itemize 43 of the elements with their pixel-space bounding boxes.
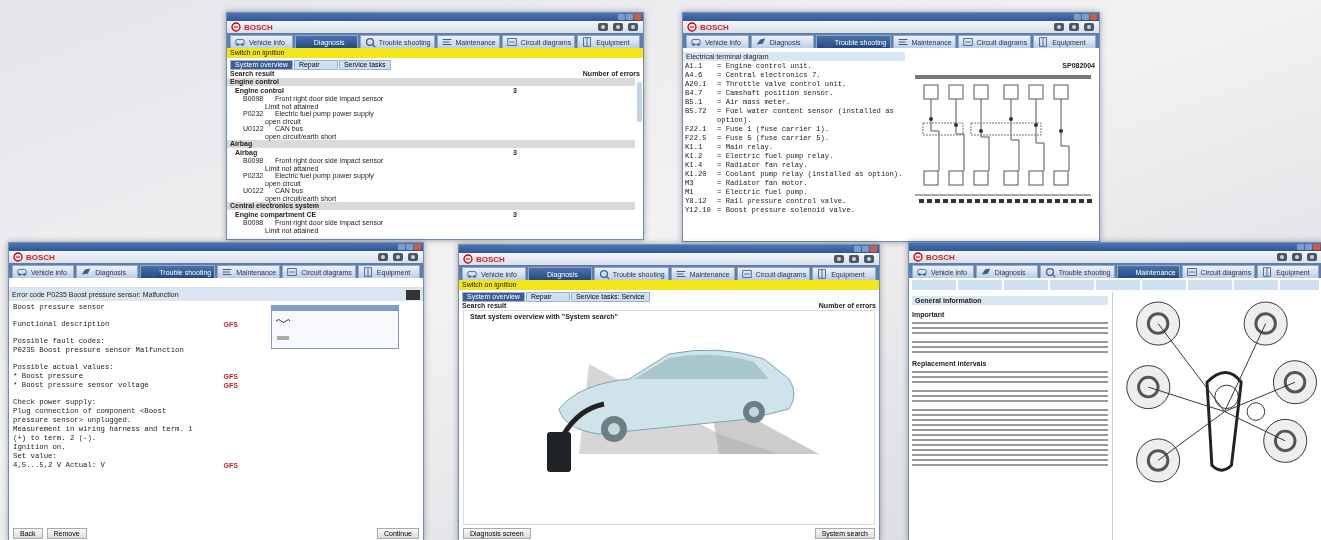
book-icon bbox=[361, 266, 374, 278]
diagram-icon bbox=[961, 36, 974, 48]
car-icon bbox=[690, 36, 702, 48]
bosch-logo-icon bbox=[687, 22, 697, 32]
scrollbar[interactable] bbox=[637, 82, 642, 122]
brand-logo: BOSCH bbox=[926, 252, 955, 262]
close-panel-button[interactable] bbox=[406, 289, 420, 300]
bosch-logo-icon bbox=[13, 252, 23, 262]
close-icon[interactable] bbox=[870, 246, 877, 252]
brand-logo: BOSCH bbox=[476, 254, 505, 264]
minimize-icon[interactable] bbox=[854, 246, 861, 252]
close-icon[interactable] bbox=[1090, 14, 1097, 20]
bosch-logo-icon bbox=[913, 252, 923, 262]
book-icon bbox=[1261, 266, 1274, 278]
car-icon bbox=[16, 266, 28, 278]
diagram-icon bbox=[1185, 266, 1198, 278]
book-icon bbox=[581, 36, 594, 48]
close-icon[interactable] bbox=[634, 14, 641, 20]
brand-logo: BOSCH bbox=[700, 22, 729, 32]
brand-logo: BOSCH bbox=[26, 252, 55, 262]
maximize-icon[interactable] bbox=[626, 14, 633, 20]
car-icon bbox=[234, 36, 246, 48]
maximize-icon[interactable] bbox=[406, 244, 413, 250]
maximize-icon[interactable] bbox=[1082, 14, 1089, 20]
diagram-icon bbox=[740, 268, 753, 280]
maximize-icon[interactable] bbox=[862, 246, 869, 252]
close-icon[interactable] bbox=[1313, 244, 1320, 250]
waveform-icon bbox=[276, 318, 290, 325]
minimize-icon[interactable] bbox=[398, 244, 405, 250]
minimize-icon[interactable] bbox=[1074, 14, 1081, 20]
minimize-icon[interactable] bbox=[618, 14, 625, 20]
close-icon[interactable] bbox=[414, 244, 421, 250]
bosch-logo-icon bbox=[463, 254, 473, 264]
maximize-icon[interactable] bbox=[1305, 244, 1312, 250]
book-icon bbox=[1037, 36, 1050, 48]
diagram-icon bbox=[505, 36, 518, 48]
bosch-logo-icon bbox=[231, 22, 241, 32]
car-icon bbox=[466, 268, 478, 280]
diagram-icon bbox=[286, 266, 299, 278]
book-icon bbox=[816, 268, 829, 280]
car-icon bbox=[916, 266, 928, 278]
minimize-icon[interactable] bbox=[1297, 244, 1304, 250]
brand-logo: BOSCH bbox=[244, 22, 273, 32]
